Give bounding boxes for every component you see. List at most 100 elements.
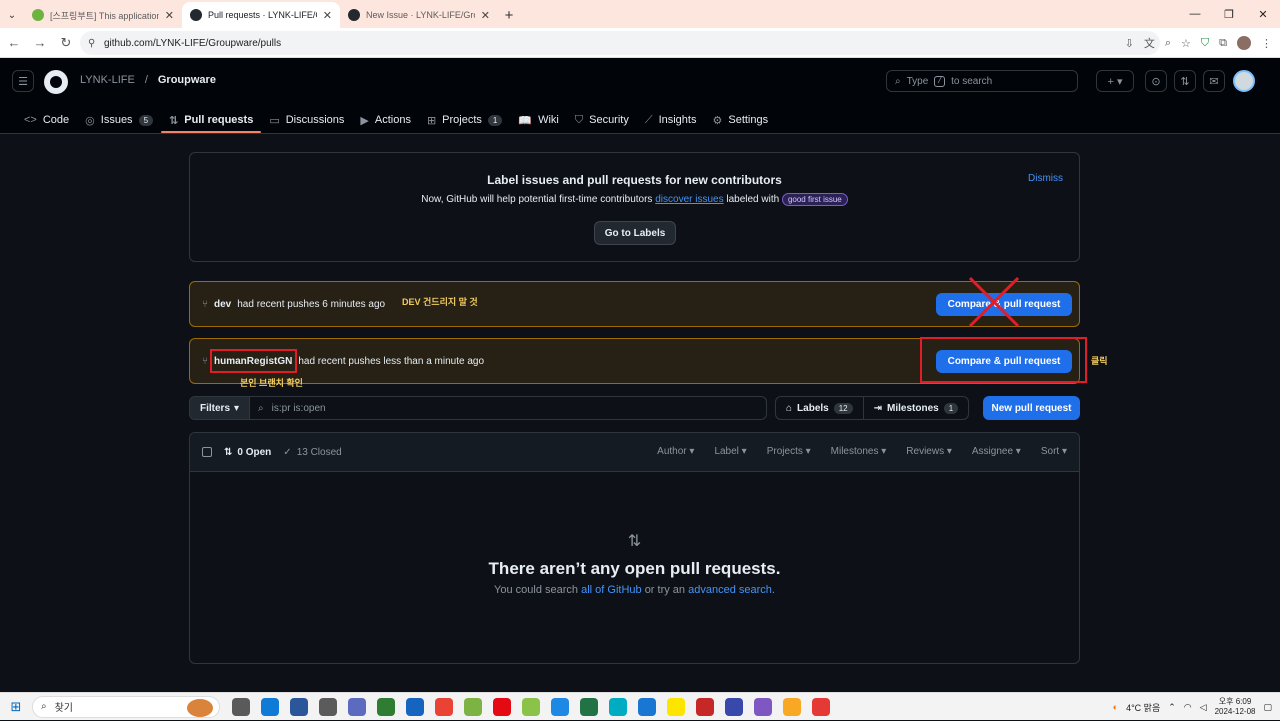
tab-issues[interactable]: ◎ Issues 5: [77, 106, 161, 134]
create-new-button[interactable]: + ▾: [1096, 70, 1134, 92]
issues-icon[interactable]: ⊙: [1145, 70, 1167, 92]
bookmark-star-icon[interactable]: ☆: [1181, 37, 1191, 50]
search-input[interactable]: ⌕ Type / to search: [886, 70, 1078, 92]
sort-label: Author: [657, 446, 687, 457]
tab-count: 1: [487, 114, 503, 126]
sort-assignee-menu[interactable]: Assignee ▾: [972, 446, 1021, 457]
tab-projects[interactable]: ⊞ Projects 1: [419, 106, 510, 134]
sort-author-menu[interactable]: Author ▾: [657, 446, 694, 457]
back-icon[interactable]: ←: [2, 31, 26, 55]
taskbar-app-icon[interactable]: [812, 697, 830, 716]
github-header: ☰ LYNK-LIFE / Groupware ⌕ Type / to sear…: [0, 58, 1280, 134]
taskbar-app-icon[interactable]: [754, 697, 772, 716]
tab-code[interactable]: <> Code: [16, 106, 77, 134]
taskbar-app-icon[interactable]: [783, 697, 801, 716]
taskbar-app-icon[interactable]: [609, 697, 627, 716]
taskbar-app-icon[interactable]: [319, 697, 337, 716]
tab-security[interactable]: ⛉ Security: [567, 106, 637, 134]
tab-pull-requests[interactable]: ⇅ Pull requests: [161, 106, 262, 134]
browser-tab[interactable]: Pull requests · LYNK-LIFE/Grou ✕: [182, 2, 340, 28]
taskbar-app-icon[interactable]: [261, 697, 279, 716]
github-logo-icon[interactable]: [44, 70, 68, 94]
sort-projects-menu[interactable]: Projects ▾: [767, 446, 811, 457]
taskbar-app-icon[interactable]: [493, 697, 511, 716]
branch-check-note: 본인 브랜치 확인: [240, 378, 303, 388]
taskbar-app-icon[interactable]: [522, 697, 540, 716]
sort-label-menu[interactable]: Label ▾: [714, 446, 746, 457]
volume-icon[interactable]: ◁: [1200, 702, 1207, 713]
translate-icon[interactable]: 文: [1144, 35, 1155, 51]
taskbar-app-icon[interactable]: [696, 697, 714, 716]
forward-icon[interactable]: →: [28, 31, 52, 55]
tab-wiki[interactable]: 📖 Wiki: [510, 106, 566, 134]
inbox-icon[interactable]: ✉: [1203, 70, 1225, 92]
tab-close-icon[interactable]: ✕: [481, 9, 490, 22]
install-icon[interactable]: ⇩: [1125, 37, 1134, 50]
filter-bar: Filters ▾ ⌕ is:pr is:open: [189, 396, 768, 420]
filter-input[interactable]: ⌕ is:pr is:open: [250, 396, 768, 420]
tray-chevron-icon[interactable]: ⌃: [1168, 702, 1176, 713]
taskbar-app-icon[interactable]: [232, 697, 250, 716]
address-bar[interactable]: ⚲ github.com/LYNK-LIFE/Groupware/pulls: [80, 31, 1160, 55]
tab-close-icon[interactable]: ✕: [323, 9, 332, 22]
extension-shield-icon[interactable]: ⛉: [1201, 37, 1209, 50]
pull-requests-icon[interactable]: ⇅: [1174, 70, 1196, 92]
maximize-icon[interactable]: ❐: [1212, 0, 1246, 28]
milestones-button[interactable]: ⇥ Milestones 1: [862, 397, 969, 419]
taskbar-app-icon[interactable]: [667, 697, 685, 716]
taskbar-app-icon[interactable]: [348, 697, 366, 716]
select-all-checkbox[interactable]: [202, 447, 212, 457]
tab-settings[interactable]: ⚙ Settings: [704, 106, 776, 134]
tab-insights[interactable]: ⟋ Insights: [637, 106, 705, 134]
filters-button[interactable]: Filters ▾: [189, 396, 251, 420]
sort-sort-menu[interactable]: Sort ▾: [1041, 446, 1067, 457]
new-tab-button[interactable]: +: [498, 2, 520, 28]
go-to-labels-button[interactable]: Go to Labels: [594, 221, 676, 245]
all-github-link[interactable]: all of GitHub: [581, 584, 642, 596]
tab-discussions[interactable]: ▭ Discussions: [261, 106, 352, 134]
browser-tab[interactable]: New Issue · LYNK-LIFE/Groupw ✕: [340, 2, 498, 28]
owner-link[interactable]: LYNK-LIFE: [80, 74, 135, 86]
discover-issues-link[interactable]: discover issues: [655, 194, 723, 205]
taskbar-app-icon[interactable]: [551, 697, 569, 716]
advanced-search-link[interactable]: advanced search: [688, 584, 772, 596]
browser-tab[interactable]: [스프링부트] This application h ✕: [24, 2, 182, 28]
taskbar-app-icon[interactable]: [580, 697, 598, 716]
tab-search-icon[interactable]: ⌄: [0, 2, 24, 28]
repo-link[interactable]: Groupware: [158, 74, 216, 86]
clock[interactable]: 오후 6:09 2024-12-08: [1215, 697, 1256, 717]
notification-icon[interactable]: ▢: [1263, 702, 1272, 713]
browser-menu-icon[interactable]: ⋮: [1261, 37, 1272, 50]
minimize-icon[interactable]: —: [1178, 0, 1212, 28]
extensions-icon[interactable]: ⧉: [1219, 37, 1227, 50]
dismiss-link[interactable]: Dismiss: [1028, 173, 1063, 184]
taskbar-app-icon[interactable]: [638, 697, 656, 716]
open-filter[interactable]: ⇅ 0 Open: [224, 447, 271, 458]
zoom-icon[interactable]: ⌕: [1165, 37, 1171, 50]
taskbar-app-icon[interactable]: [290, 697, 308, 716]
site-info-icon[interactable]: ⚲: [88, 38, 95, 49]
reload-icon[interactable]: ↻: [54, 31, 78, 55]
close-window-icon[interactable]: ✕: [1246, 0, 1280, 28]
taskbar-app-icon[interactable]: [464, 697, 482, 716]
taskbar-app-icon[interactable]: [377, 697, 395, 716]
sort-reviews-menu[interactable]: Reviews ▾: [906, 446, 952, 457]
taskbar-app-icon[interactable]: [725, 697, 743, 716]
new-pull-request-button[interactable]: New pull request: [983, 396, 1080, 420]
labels-button[interactable]: ⌂ Labels 12: [776, 397, 863, 419]
tab-actions[interactable]: ▶ Actions: [352, 106, 419, 134]
user-avatar[interactable]: [1233, 70, 1255, 92]
taskbar-app-icon[interactable]: [435, 697, 453, 716]
taskbar-search[interactable]: ⌕ 찾기: [32, 695, 220, 718]
profile-avatar[interactable]: [1237, 36, 1251, 50]
caret-down-icon: ▾: [944, 446, 952, 457]
sort-milestones-menu[interactable]: Milestones ▾: [831, 446, 887, 457]
tab-close-icon[interactable]: ✕: [165, 9, 174, 22]
menu-icon[interactable]: ☰: [12, 70, 34, 92]
branch-name[interactable]: dev: [214, 299, 231, 310]
taskbar-app-icon[interactable]: [406, 697, 424, 716]
closed-filter[interactable]: ✓ 13 Closed: [283, 447, 341, 458]
browser-tab-strip: ⌄ [스프링부트] This application h ✕ Pull reques…: [0, 0, 1280, 28]
start-icon[interactable]: ⊞: [0, 699, 32, 715]
network-icon[interactable]: ◠: [1184, 702, 1192, 713]
